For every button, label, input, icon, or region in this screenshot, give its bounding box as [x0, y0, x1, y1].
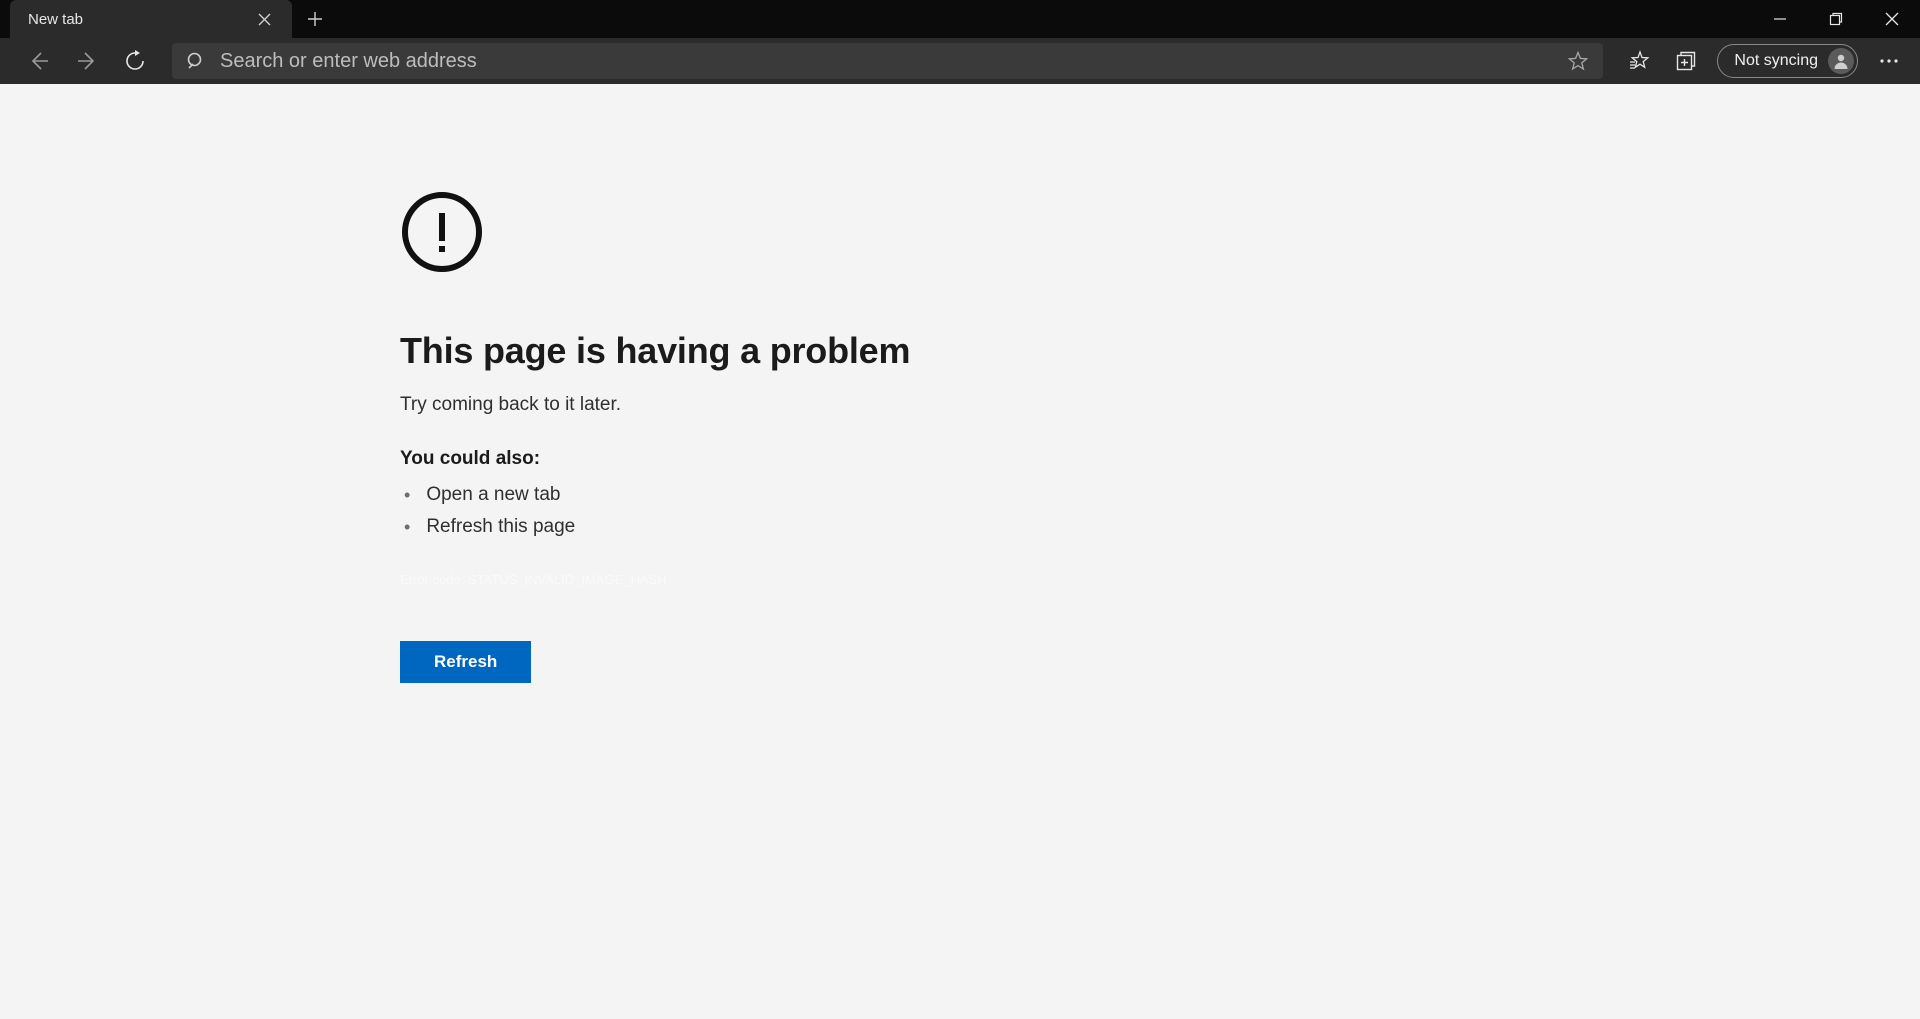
error-also-label: You could also: — [400, 448, 1120, 470]
maximize-icon — [1829, 12, 1843, 26]
forward-button[interactable] — [66, 42, 108, 80]
page-content: This page is having a problem Try coming… — [0, 84, 1920, 1019]
close-tab-button[interactable] — [250, 5, 278, 33]
close-window-button[interactable] — [1864, 0, 1920, 38]
refresh-nav-button[interactable] — [114, 42, 156, 80]
x-icon — [258, 13, 271, 26]
address-bar[interactable] — [172, 43, 1603, 79]
error-title: This page is having a problem — [400, 330, 1120, 372]
plus-icon — [307, 11, 323, 27]
ellipsis-icon — [1878, 50, 1900, 72]
collections-button[interactable] — [1665, 42, 1707, 80]
error-code: Error code: STATUS_INVALID_IMAGE_HASH — [400, 572, 1120, 587]
favorites-button[interactable] — [1619, 42, 1661, 80]
arrow-left-icon — [28, 50, 50, 72]
search-icon — [186, 51, 206, 71]
profile-button[interactable]: Not syncing — [1717, 44, 1858, 78]
error-subtitle: Try coming back to it later. — [400, 394, 1120, 416]
close-icon — [1885, 12, 1899, 26]
avatar — [1828, 48, 1854, 74]
browser-tab[interactable]: New tab — [10, 0, 292, 38]
minimize-icon — [1773, 12, 1787, 26]
maximize-button[interactable] — [1808, 0, 1864, 38]
error-suggestion-list: Open a new tab Refresh this page — [400, 484, 1120, 538]
back-button[interactable] — [18, 42, 60, 80]
refresh-icon — [124, 50, 146, 72]
more-button[interactable] — [1868, 42, 1910, 80]
address-input[interactable] — [220, 50, 1549, 73]
favorites-icon — [1629, 50, 1651, 72]
toolbar: Not syncing — [0, 38, 1920, 84]
person-icon — [1832, 52, 1850, 70]
error-suggestion: Open a new tab — [400, 484, 1120, 506]
arrow-right-icon — [76, 50, 98, 72]
error-panel: This page is having a problem Try coming… — [400, 190, 1120, 683]
error-suggestion: Refresh this page — [400, 516, 1120, 538]
star-icon — [1568, 51, 1588, 71]
profile-label: Not syncing — [1734, 52, 1818, 70]
collections-icon — [1675, 50, 1697, 72]
favorite-star-button[interactable] — [1563, 46, 1593, 76]
new-tab-button[interactable] — [292, 0, 338, 38]
titlebar: New tab — [0, 0, 1920, 38]
alert-icon — [400, 190, 1120, 274]
minimize-button[interactable] — [1752, 0, 1808, 38]
refresh-button[interactable]: Refresh — [400, 641, 531, 683]
window-controls — [1752, 0, 1920, 38]
tab-title: New tab — [28, 11, 240, 28]
